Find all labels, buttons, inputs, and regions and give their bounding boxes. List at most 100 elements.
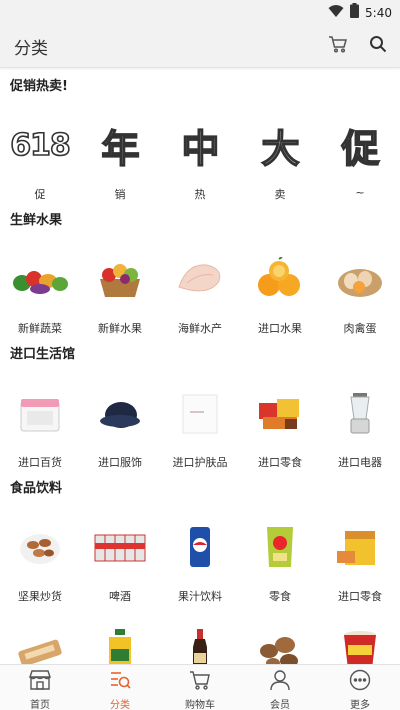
tab-more[interactable]: 更多: [320, 665, 400, 710]
category-item-promo-3[interactable]: 中 热: [160, 102, 240, 206]
header-actions: [326, 34, 390, 58]
tab-label: 会员: [270, 700, 290, 710]
category-item-imported-skincare[interactable]: 进口护肤品: [160, 370, 240, 474]
fish-fillet-icon: [167, 246, 233, 312]
category-item-label: 果汁饮料: [178, 590, 222, 603]
category-item-imported-appliances[interactable]: 进口电器: [320, 370, 400, 474]
tab-cart[interactable]: 购物车: [160, 665, 240, 710]
category-item-vegetables[interactable]: 新鲜蔬菜: [0, 236, 80, 340]
soy-sauce-icon: [167, 618, 233, 664]
wifi-icon: [328, 3, 344, 22]
category-item-label: 海鲜水产: [178, 322, 222, 335]
section-title-imported: 进口生活馆: [10, 347, 76, 362]
category-item-label: 进口水果: [258, 322, 302, 335]
member-icon: [268, 669, 292, 695]
tab-category[interactable]: 分类: [80, 665, 160, 710]
category-item-label: 销: [114, 188, 126, 201]
tab-label: 更多: [350, 700, 370, 710]
promo-glyph: 促: [341, 126, 381, 172]
category-item-label: 坚果炒货: [18, 590, 62, 603]
category-item-label: 进口护肤品: [172, 456, 228, 469]
category-item-imported-apparel[interactable]: 进口服饰: [80, 370, 160, 474]
skincare-box-icon: [167, 380, 233, 446]
category-item-mushrooms[interactable]: [240, 608, 320, 664]
category-item-promo-2[interactable]: 年 销: [80, 102, 160, 206]
category-item-label: 进口服饰: [98, 456, 142, 469]
category-item-label: 热: [194, 188, 206, 201]
category-item-seafood[interactable]: 海鲜水产: [160, 236, 240, 340]
promo-glyph: 年: [101, 126, 141, 172]
eggs-icon: [327, 246, 393, 312]
category-item-label: 肉禽蛋: [343, 322, 377, 335]
soda-can-icon: [167, 514, 233, 580]
section-title-fresh: 生鲜水果: [10, 213, 63, 228]
beer-cans-icon: [87, 514, 153, 580]
category-item-juice[interactable]: 果汁饮料: [160, 504, 240, 608]
home-store-icon: [28, 669, 52, 695]
category-item-label: ~: [355, 186, 365, 199]
category-item-instant-noodles[interactable]: [320, 608, 400, 664]
storage-box-icon: [7, 380, 73, 446]
category-item-imported-goods[interactable]: 进口百货: [0, 370, 80, 474]
status-bar: 5:40: [0, 0, 400, 24]
category-item-imported-snacks-2[interactable]: 进口零食: [320, 504, 400, 608]
category-item-nuts[interactable]: 坚果炒货: [0, 504, 80, 608]
search-icon: [369, 35, 387, 57]
tab-home[interactable]: 首页: [0, 665, 80, 710]
cart-icon: [188, 669, 212, 695]
imported-grid: 进口百货 进口服饰 进口护肤品 进口零食 进口电器: [0, 370, 400, 474]
oranges-icon: [247, 246, 313, 312]
category-item-promo-1[interactable]: 618 促: [0, 102, 80, 206]
oil-bottle-icon: [87, 618, 153, 664]
status-time: 5:40: [365, 5, 392, 20]
chips-bag-icon: [247, 514, 313, 580]
search-button[interactable]: [366, 34, 390, 58]
category-item-label: 进口百货: [18, 456, 62, 469]
section-title-promo: 促销热卖!: [10, 79, 68, 94]
status-icons: 5:40: [328, 3, 392, 22]
category-icon: [108, 669, 132, 695]
section-title-food: 食品饮料: [10, 481, 63, 496]
promo-glyph: 大: [261, 126, 301, 172]
tab-label: 分类: [110, 700, 130, 710]
promo-glyph: 中: [181, 126, 221, 172]
category-item-fruits[interactable]: 新鲜水果: [80, 236, 160, 340]
food-grid-row-1: 坚果炒货 啤酒 果汁饮料 零食 进口零食: [0, 504, 400, 608]
category-item-meat-eggs[interactable]: 肉禽蛋: [320, 236, 400, 340]
category-item-label: 卖: [274, 188, 286, 201]
food-grid-row-2: [0, 608, 400, 664]
bottom-tab-bar: 首页 分类 购物车 会员 更多: [0, 664, 400, 710]
category-item-beer[interactable]: 啤酒: [80, 504, 160, 608]
category-item-label: 促: [34, 188, 46, 201]
category-item-imported-fruits[interactable]: 进口水果: [240, 236, 320, 340]
category-item-label: 新鲜水果: [98, 322, 142, 335]
cart-icon: [328, 35, 348, 57]
app-bar: 分类: [0, 24, 400, 68]
category-item-cooking-oil[interactable]: [80, 608, 160, 664]
category-item-snacks[interactable]: 零食: [240, 504, 320, 608]
category-item-promo-5[interactable]: 促 ~: [320, 102, 400, 206]
category-item-promo-4[interactable]: 大 卖: [240, 102, 320, 206]
category-item-label: 零食: [269, 590, 291, 603]
fresh-grid: 新鲜蔬菜 新鲜水果 海鲜水产 进口水果 肉禽蛋: [0, 236, 400, 340]
category-item-imported-snacks[interactable]: 进口零食: [240, 370, 320, 474]
snack-box-icon: [327, 514, 393, 580]
tab-member[interactable]: 会员: [240, 665, 320, 710]
category-item-label: 进口零食: [258, 456, 302, 469]
tab-label: 购物车: [185, 700, 215, 710]
category-item-biscuits[interactable]: [0, 608, 80, 664]
snacks-icon: [247, 380, 313, 446]
mushrooms-icon: [247, 618, 313, 664]
category-item-label: 进口零食: [338, 590, 382, 603]
category-content[interactable]: 促销热卖! 618 促 年 销 中 热 大 卖 促 ~ 生鲜水果 新鲜蔬菜 新鲜…: [0, 70, 400, 664]
page-title: 分类: [14, 39, 48, 59]
tab-label: 首页: [30, 700, 50, 710]
promo-grid: 618 促 年 销 中 热 大 卖 促 ~: [0, 102, 400, 206]
blender-icon: [327, 380, 393, 446]
category-item-soy-sauce[interactable]: [160, 608, 240, 664]
instant-noodle-icon: [327, 618, 393, 664]
cart-button[interactable]: [326, 34, 350, 58]
category-item-label: 啤酒: [109, 590, 131, 603]
promo-glyph: 618: [9, 127, 71, 164]
battery-icon: [350, 3, 360, 22]
